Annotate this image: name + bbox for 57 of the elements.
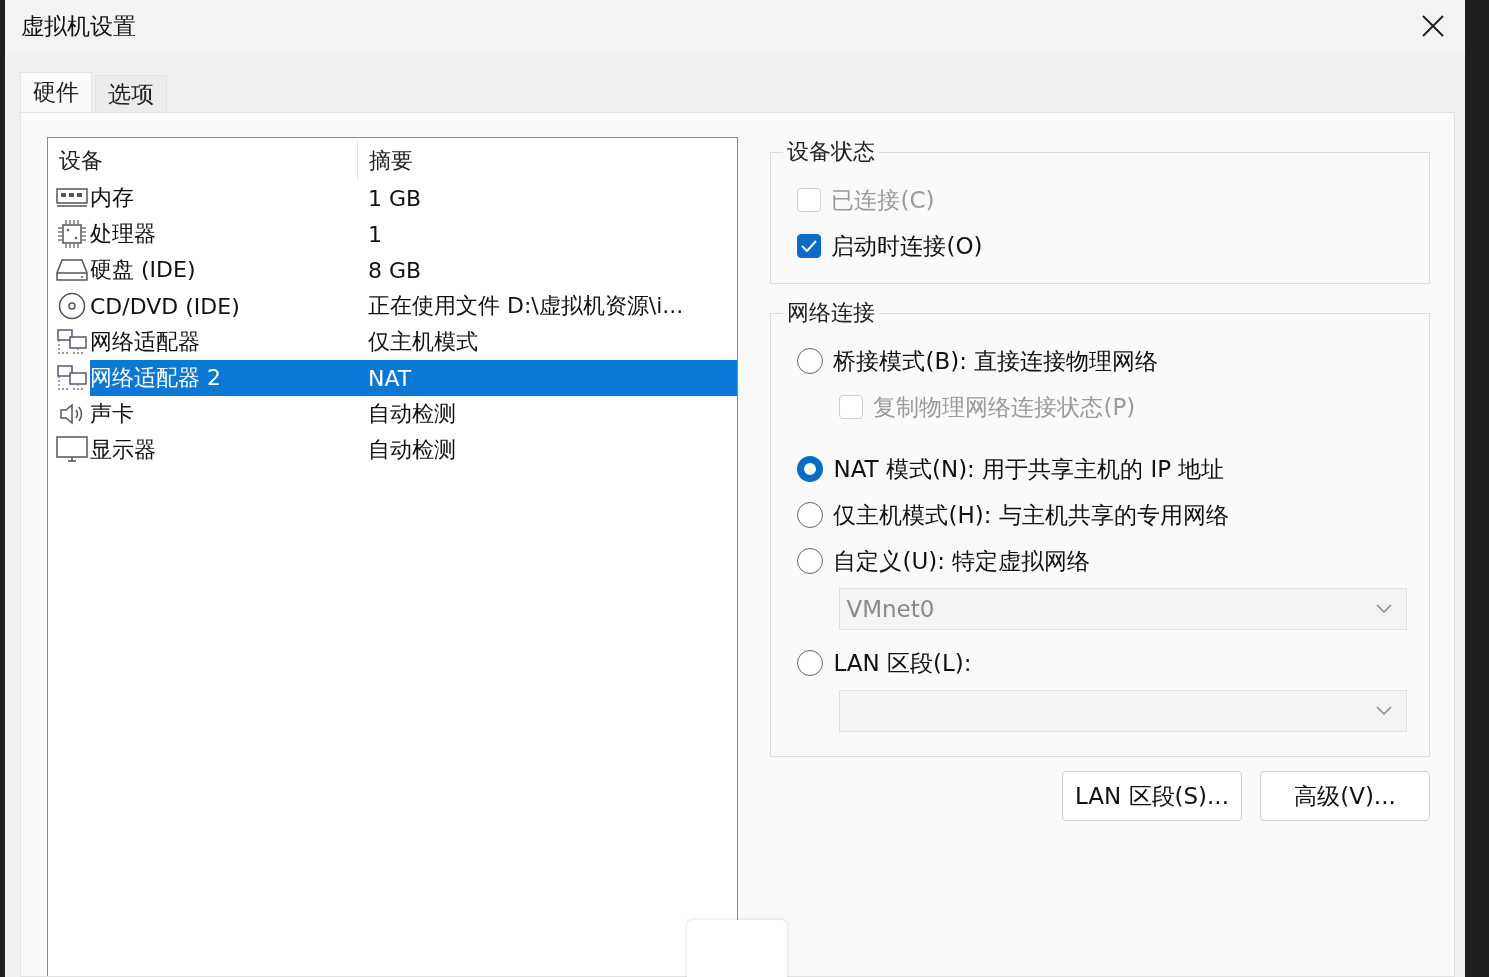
device-row[interactable]: 声卡 自动检测 [90, 396, 738, 432]
device-summary: 正在使用文件 D:\虚拟机资源\i... [368, 292, 684, 320]
column-header[interactable]: 设备 [48, 142, 358, 180]
device-name: 网络适配器 [90, 328, 201, 356]
device-name: 硬盘 (IDE) [90, 256, 197, 284]
device-summary: 仅主机模式 [368, 328, 478, 356]
device-name: 处理器 [90, 220, 157, 248]
hard-drive-icon [56, 258, 88, 282]
device-name: 网络适配器 2 [90, 364, 222, 392]
device-row[interactable]: 硬盘 (IDE) 8 GB [90, 252, 738, 288]
radio-button[interactable] [797, 650, 824, 676]
chip-icon [57, 219, 87, 249]
network-icon [56, 364, 88, 392]
radio-label[interactable]: LAN 区段(L): [797, 640, 1407, 686]
monitor-icon [56, 436, 88, 464]
group-title: 设备状态 [786, 138, 877, 166]
device-row[interactable]: 处理器 1 [90, 216, 738, 252]
device-row[interactable]: 网络适配器 2 NAT [90, 360, 738, 396]
chevron-down-icon [1376, 706, 1392, 716]
device-name: CD/DVD (IDE) [90, 293, 241, 319]
radio-button[interactable] [797, 548, 824, 574]
chevron-down-icon [1376, 604, 1392, 614]
device-summary: NAT [368, 365, 412, 391]
memory-icon [56, 187, 88, 209]
radio-button[interactable] [797, 456, 824, 482]
radio-label[interactable]: 桥接模式(B): 直接连接物理网络 [797, 338, 1407, 384]
checkbox[interactable] [797, 234, 822, 258]
close-icon [1422, 15, 1444, 37]
group-title: 网络连接 [786, 299, 877, 327]
device-name: 内存 [90, 184, 135, 212]
device-row[interactable]: CD/DVD (IDE) 正在使用文件 D:\虚拟机资源\i... [90, 288, 738, 324]
dialog-button[interactable]: 高级(V)... [1260, 771, 1430, 821]
column-header[interactable]: 摘要 [358, 142, 413, 180]
device-summary: 8 GB [368, 257, 422, 283]
network-icon [56, 328, 88, 356]
radio-label[interactable]: NAT 模式(N): 用于共享主机的 IP 地址 [797, 446, 1407, 492]
device-row[interactable]: 显示器 自动检测 [90, 432, 738, 468]
device-summary: 自动检测 [368, 400, 456, 428]
checkbox-label[interactable]: 启动时连接(O) [797, 223, 1407, 269]
window-title: 虚拟机设置 [21, 11, 136, 41]
device-row[interactable]: 网络适配器 仅主机模式 [90, 324, 738, 360]
device-name: 显示器 [90, 436, 157, 464]
disc-icon [58, 292, 86, 320]
device-summary: 1 [368, 221, 382, 247]
device-summary: 自动检测 [368, 436, 456, 464]
device-name: 声卡 [90, 400, 135, 428]
speaker-icon [59, 402, 85, 426]
radio-label[interactable]: 仅主机模式(H): 与主机共享的专用网络 [797, 492, 1407, 538]
device-summary: 1 GB [368, 185, 422, 211]
radio-button[interactable] [797, 348, 824, 374]
tab[interactable]: 选项 [95, 75, 167, 112]
checkmark-icon [801, 240, 818, 252]
dialog-button[interactable]: LAN 区段(S)... [1061, 771, 1242, 821]
tab[interactable]: 硬件 [20, 72, 92, 112]
device-row[interactable]: 内存 1 GB [90, 180, 738, 216]
radio-label[interactable]: 自定义(U): 特定虚拟网络 [797, 538, 1407, 584]
radio-button[interactable] [797, 502, 824, 528]
